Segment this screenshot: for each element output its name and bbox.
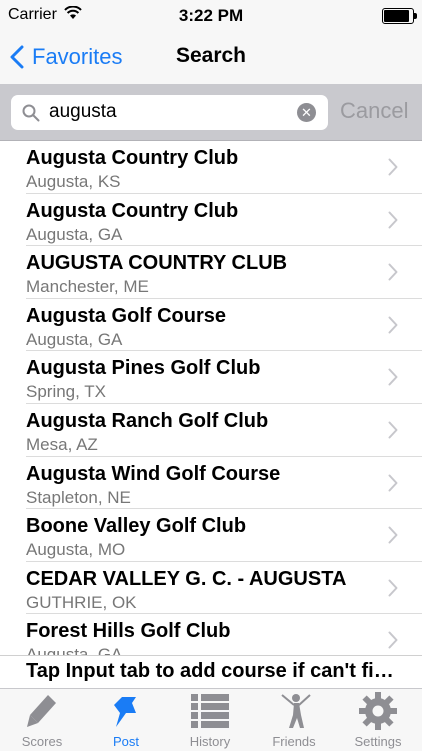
pencil-icon [27, 695, 56, 727]
tab-post[interactable]: Post [84, 689, 168, 751]
back-button-label: Favorites [32, 44, 123, 69]
battery-fill [384, 10, 409, 22]
status-time: 3:22 PM [178, 6, 244, 25]
gear-icon [359, 692, 397, 730]
list-item[interactable]: Forest Hills Golf Club Augusta, GA [0, 614, 422, 655]
course-name: Augusta Wind Golf Course [26, 462, 281, 485]
course-name: Augusta Pines Golf Club [26, 357, 261, 380]
list-item[interactable]: Augusta Ranch Golf Club Mesa, AZ [0, 404, 422, 457]
chevron-right-icon [388, 158, 398, 176]
back-button[interactable]: Favorites [10, 40, 122, 74]
cancel-button[interactable]: Cancel [340, 98, 408, 124]
course-location: Augusta, GA [26, 645, 123, 655]
tab-bar: Scores Post History Friends Settings [0, 688, 422, 751]
list-item[interactable]: CEDAR VALLEY G. C. - AUGUSTA GUTHRIE, OK [0, 562, 422, 615]
course-location: Augusta, GA [26, 224, 123, 244]
list-item[interactable]: Augusta Golf Course Augusta, GA [0, 299, 422, 352]
chevron-left-icon [10, 45, 24, 69]
chevron-right-icon [388, 316, 398, 334]
list-item[interactable]: Augusta Wind Golf Course Stapleton, NE [0, 457, 422, 510]
search-icon [22, 104, 40, 122]
tab-label: Scores [21, 734, 63, 749]
footer-message-text: Tap Input tab to add course if can't fin… [26, 660, 396, 682]
chevron-right-icon [388, 263, 398, 281]
navigation-bar: Favorites Search [0, 30, 422, 84]
clear-icon[interactable]: ✕ [297, 103, 316, 122]
chevron-right-icon [388, 526, 398, 544]
results-list[interactable]: Augusta Country Club Augusta, KS Augusta… [0, 141, 422, 655]
course-location: Manchester, ME [26, 277, 149, 297]
course-name: Augusta Golf Course [26, 304, 227, 327]
course-location: Augusta, MO [26, 540, 126, 560]
chevron-right-icon [388, 421, 398, 439]
tab-history[interactable]: History [168, 689, 252, 751]
search-input-value: augusta [49, 101, 117, 122]
course-name: Boone Valley Golf Club [26, 515, 247, 538]
course-location: Augusta, GA [26, 329, 123, 349]
chevron-right-icon [388, 474, 398, 492]
course-location: Mesa, AZ [26, 434, 98, 454]
chevron-right-icon [388, 579, 398, 597]
course-location: Spring, TX [26, 382, 107, 402]
course-name: Augusta Country Club [26, 199, 239, 222]
list-item[interactable]: Augusta Pines Golf Club Spring, TX [0, 351, 422, 404]
tab-label: Settings [354, 734, 402, 749]
course-name: AUGUSTA COUNTRY CLUB [26, 252, 288, 275]
tab-settings[interactable]: Settings [336, 689, 420, 751]
list-icon [191, 694, 229, 728]
course-location: Stapleton, NE [26, 487, 131, 507]
search-input[interactable]: augusta ✕ [11, 95, 328, 130]
chevron-right-icon [388, 631, 398, 649]
course-name: Forest Hills Golf Club [26, 620, 231, 643]
course-location: Augusta, KS [26, 172, 121, 191]
footer-message: Tap Input tab to add course if can't fin… [0, 655, 422, 689]
tab-label: Post [112, 734, 139, 749]
tab-friends[interactable]: Friends [252, 689, 336, 751]
tab-label: History [189, 734, 231, 749]
battery-icon [382, 8, 417, 24]
list-item[interactable]: Augusta Country Club Augusta, GA [0, 194, 422, 247]
tab-scores[interactable]: Scores [0, 689, 84, 751]
tab-label: Friends [272, 734, 316, 749]
chevron-right-icon [388, 368, 398, 386]
course-name: Augusta Country Club [26, 147, 239, 169]
chevron-right-icon [388, 211, 398, 229]
status-bar: Carrier 3:22 PM [0, 0, 422, 30]
list-item[interactable]: Augusta Country Club Augusta, KS [0, 141, 422, 194]
course-name: CEDAR VALLEY G. C. - AUGUSTA [26, 567, 347, 590]
list-item[interactable]: AUGUSTA COUNTRY CLUB Manchester, ME [0, 246, 422, 299]
list-item[interactable]: Boone Valley Golf Club Augusta, MO [0, 509, 422, 562]
golfer-icon [281, 694, 311, 728]
course-location: GUTHRIE, OK [26, 592, 137, 612]
search-bar: augusta ✕ Cancel [0, 84, 422, 141]
pushpin-icon [114, 697, 136, 727]
course-name: Augusta Ranch Golf Club [26, 409, 269, 432]
